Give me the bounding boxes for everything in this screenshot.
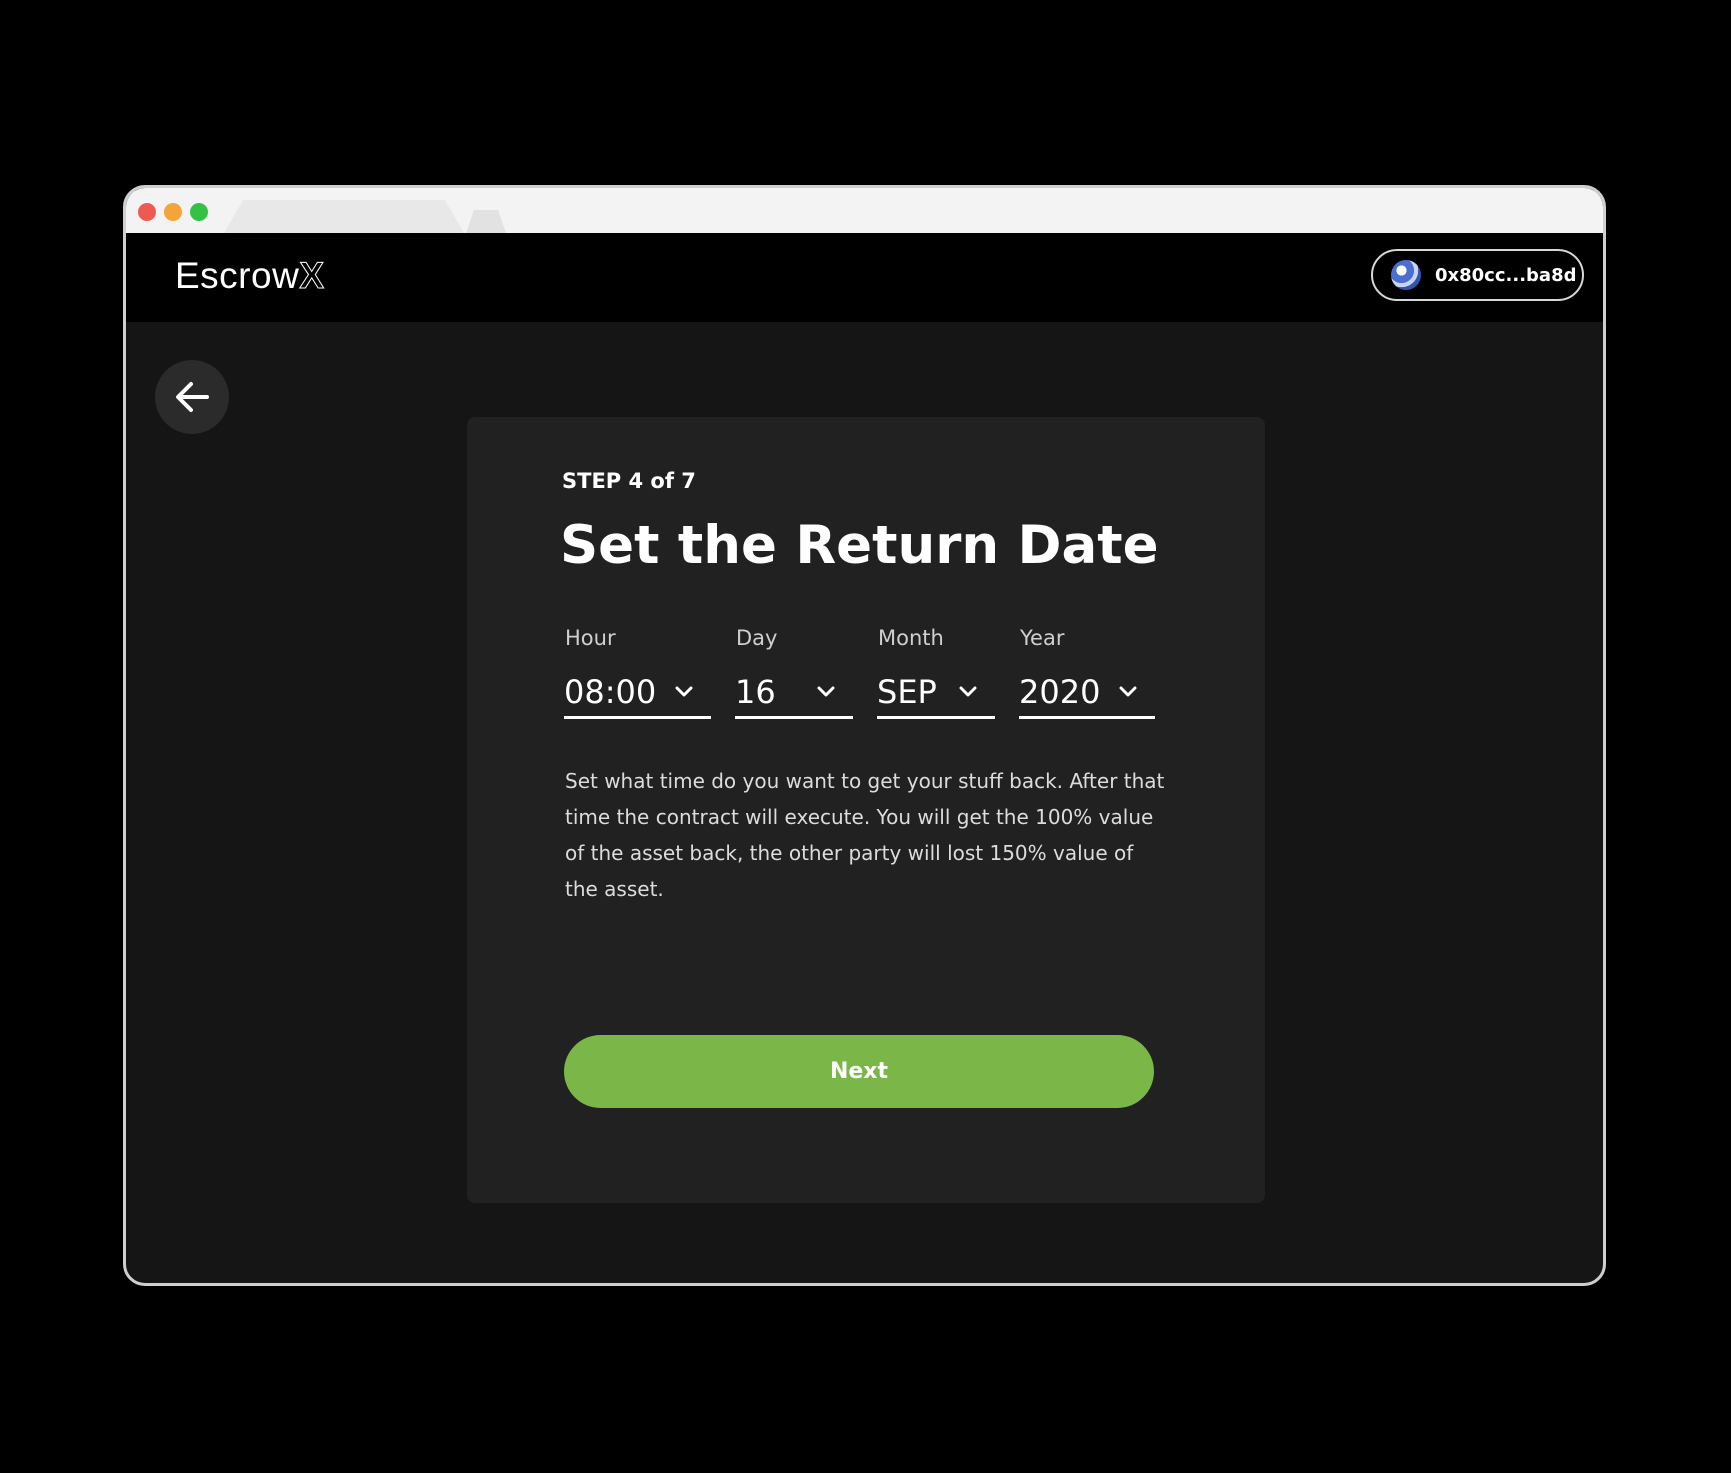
chevron-down-icon [1117, 681, 1139, 703]
wallet-address: 0x80cc...ba8d [1435, 264, 1577, 286]
hour-field: Hour 08:00 [564, 626, 711, 719]
day-field: Day 16 [735, 626, 853, 719]
escrowx-logo[interactable]: EscrowX [175, 255, 325, 297]
page-title: Set the Return Date [560, 515, 1159, 576]
month-field: Month SEP [877, 626, 995, 719]
browser-chrome [126, 188, 1603, 233]
month-label: Month [878, 626, 944, 650]
day-select[interactable]: 16 [735, 668, 853, 719]
browser-tab[interactable] [224, 200, 464, 233]
return-date-card: STEP 4 of 7 Set the Return Date Hour 08:… [467, 417, 1265, 1203]
chevron-down-icon [673, 681, 695, 703]
logo-mark: X [299, 255, 325, 297]
hour-value: 08:00 [564, 673, 657, 711]
wallet-avatar-icon [1391, 260, 1421, 290]
year-select[interactable]: 2020 [1019, 668, 1155, 719]
year-value: 2020 [1019, 673, 1101, 711]
app-header: EscrowX 0x80cc...ba8d [126, 233, 1603, 322]
year-field: Year 2020 [1019, 626, 1155, 719]
next-button[interactable]: Next [564, 1035, 1154, 1108]
chevron-down-icon [957, 681, 979, 703]
screen-backdrop: EscrowX 0x80cc...ba8d STEP 4 of 7 Set th… [0, 0, 1731, 1473]
maximize-window-dot[interactable] [190, 203, 208, 221]
hour-select[interactable]: 08:00 [564, 668, 711, 719]
month-value: SEP [877, 673, 937, 711]
month-select[interactable]: SEP [877, 668, 995, 719]
minimize-window-dot[interactable] [164, 203, 182, 221]
chevron-down-icon [815, 681, 837, 703]
day-label: Day [736, 626, 778, 650]
hour-label: Hour [565, 626, 616, 650]
wallet-address-button[interactable]: 0x80cc...ba8d [1371, 249, 1584, 301]
logo-text: Escrow [175, 255, 300, 296]
new-tab-button[interactable] [466, 209, 506, 233]
close-window-dot[interactable] [138, 203, 156, 221]
step-description: Set what time do you want to get your st… [565, 769, 1165, 901]
arrow-left-icon [176, 382, 209, 412]
year-label: Year [1020, 626, 1065, 650]
day-value: 16 [735, 673, 776, 711]
browser-window: EscrowX 0x80cc...ba8d STEP 4 of 7 Set th… [123, 185, 1606, 1286]
step-indicator: STEP 4 of 7 [562, 469, 696, 493]
back-button[interactable] [155, 360, 229, 434]
